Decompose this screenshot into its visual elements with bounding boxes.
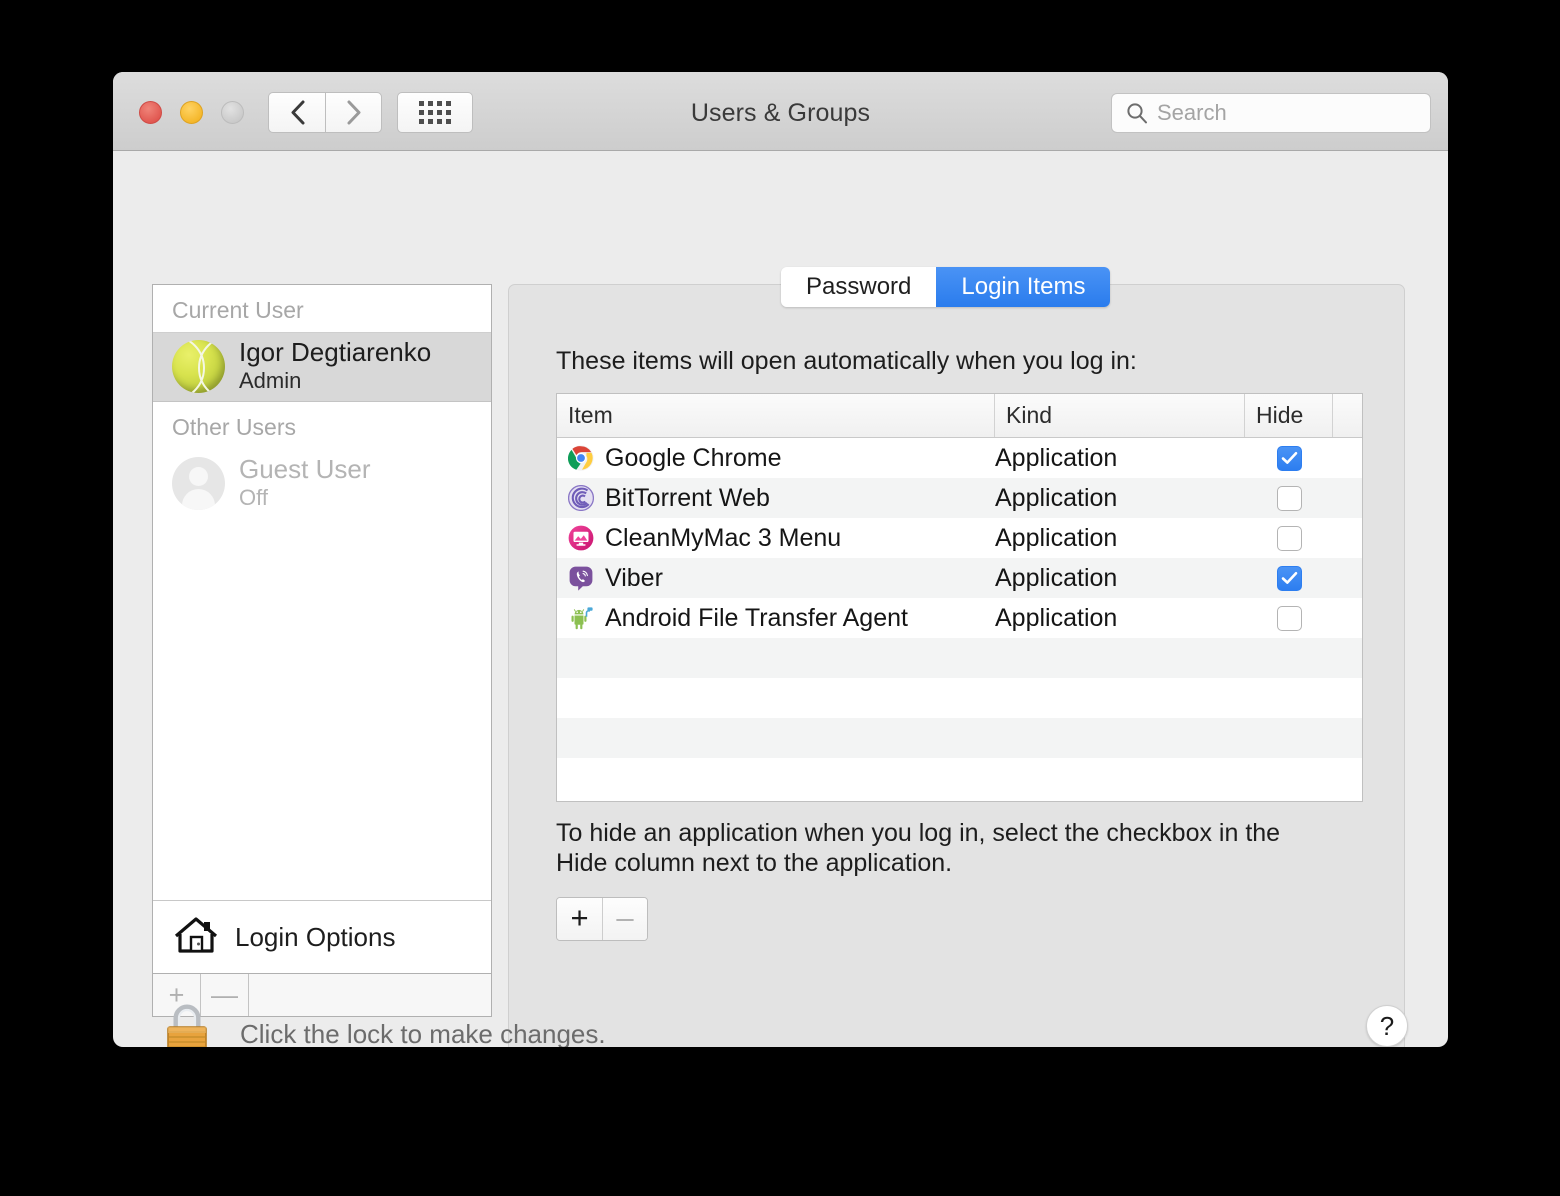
row-kind-cell: Application	[995, 563, 1118, 592]
guest-status: Off	[239, 485, 268, 511]
lock-label: Click the lock to make changes.	[240, 1019, 606, 1047]
home-icon	[173, 914, 219, 961]
sidebar-item-igor-degtiarenko[interactable]: Igor Degtiarenko Admin	[153, 332, 491, 402]
row-item-cell: CleanMyMac 3 Menu	[557, 524, 995, 553]
table-row[interactable]: Google Chrome Application	[557, 438, 1362, 478]
group-header-current-user: Current User	[172, 297, 304, 323]
row-hide-cell	[1245, 445, 1333, 471]
hide-checkbox[interactable]	[1276, 605, 1302, 631]
user-info: Igor Degtiarenko Admin	[239, 338, 431, 394]
table-empty-row	[557, 718, 1362, 758]
minus-icon: –	[616, 900, 634, 935]
row-kind-cell: Application	[995, 483, 1118, 512]
remove-login-item-button[interactable]: –	[602, 898, 647, 940]
table-header: Item Kind Hide	[557, 394, 1362, 438]
item-label: CleanMyMac 3 Menu	[605, 523, 842, 552]
group-header-other-users: Other Users	[172, 414, 296, 440]
cleanmymac-icon	[568, 525, 594, 551]
hide-checkbox[interactable]	[1276, 525, 1302, 551]
table-row[interactable]: CleanMyMac 3 Menu Application	[557, 518, 1362, 558]
column-header-item[interactable]: Item	[557, 394, 995, 437]
item-label: Google Chrome	[605, 443, 782, 472]
sidebar-item-guest-user[interactable]: Guest User Off	[153, 449, 491, 519]
login-items-table: Item Kind Hide Google Chrome Application…	[556, 393, 1363, 802]
search-icon	[1126, 102, 1148, 124]
row-hide-cell	[1245, 565, 1333, 591]
table-empty-row	[557, 638, 1362, 678]
search-placeholder: Search	[1157, 100, 1227, 125]
row-item-cell: Android File Transfer Agent	[557, 604, 995, 633]
item-label: BitTorrent Web	[605, 483, 770, 512]
row-item-cell: BitTorrent Web	[557, 484, 995, 513]
sidebar-item-login-options[interactable]: Login Options	[153, 900, 491, 973]
item-label: Viber	[605, 563, 663, 592]
row-item-cell: Viber	[557, 564, 995, 593]
android-icon	[568, 605, 594, 631]
column-header-hide[interactable]: Hide	[1245, 394, 1333, 437]
table-row[interactable]: BitTorrent Web Application	[557, 478, 1362, 518]
table-empty-row	[557, 758, 1362, 798]
closed-padlock-icon[interactable]	[162, 1000, 212, 1047]
table-row[interactable]: Viber Application	[557, 558, 1362, 598]
login-item-add-remove-group: + –	[556, 897, 648, 941]
users-sidebar: Current User Igor Degtiarenko Admin Othe…	[152, 284, 492, 974]
hide-checkbox[interactable]	[1276, 445, 1302, 471]
guest-name: Guest User	[239, 454, 371, 485]
system-preferences-window: Users & Groups Search Current User Igor …	[113, 72, 1448, 1047]
row-hide-cell	[1245, 525, 1333, 551]
pane-intro-text: These items will open automatically when…	[556, 347, 1137, 375]
pane-tabs: Password Login Items	[781, 267, 1111, 307]
hide-checkbox[interactable]	[1276, 485, 1302, 511]
item-label: Android File Transfer Agent	[605, 603, 908, 632]
user-role: Admin	[239, 368, 302, 394]
table-empty-row	[557, 678, 1362, 718]
hide-column-help-text: To hide an application when you log in, …	[556, 819, 1281, 877]
viber-icon	[568, 565, 594, 591]
row-hide-cell	[1245, 605, 1333, 631]
row-kind-cell: Application	[995, 443, 1118, 472]
lock-row[interactable]: Click the lock to make changes.	[162, 1000, 606, 1047]
row-hide-cell	[1245, 485, 1333, 511]
add-login-item-button[interactable]: +	[557, 898, 602, 940]
window-titlebar: Users & Groups Search	[113, 72, 1448, 151]
user-name: Igor Degtiarenko	[239, 337, 432, 368]
window-body: Current User Igor Degtiarenko Admin Othe…	[113, 151, 1448, 1047]
avatar	[172, 339, 225, 393]
login-options-label: Login Options	[235, 921, 396, 952]
chrome-icon	[567, 445, 594, 471]
plus-icon: +	[570, 900, 589, 935]
guest-avatar	[172, 456, 225, 510]
tab-password[interactable]: Password	[781, 267, 937, 307]
row-kind-cell: Application	[995, 523, 1118, 552]
column-header-kind[interactable]: Kind	[995, 394, 1245, 437]
tab-login-items[interactable]: Login Items	[936, 267, 1111, 307]
row-item-cell: Google Chrome	[557, 444, 995, 473]
bittorrent-icon	[567, 484, 595, 512]
table-row[interactable]: Android File Transfer Agent Application	[557, 598, 1362, 638]
hide-checkbox[interactable]	[1276, 565, 1302, 591]
search-field[interactable]: Search	[1111, 93, 1431, 133]
guest-info: Guest User Off	[239, 455, 371, 511]
help-button[interactable]: ?	[1366, 1005, 1408, 1047]
row-kind-cell: Application	[995, 603, 1118, 632]
column-header-spacer	[1333, 394, 1362, 437]
users-list: Current User Igor Degtiarenko Admin Othe…	[153, 285, 491, 938]
